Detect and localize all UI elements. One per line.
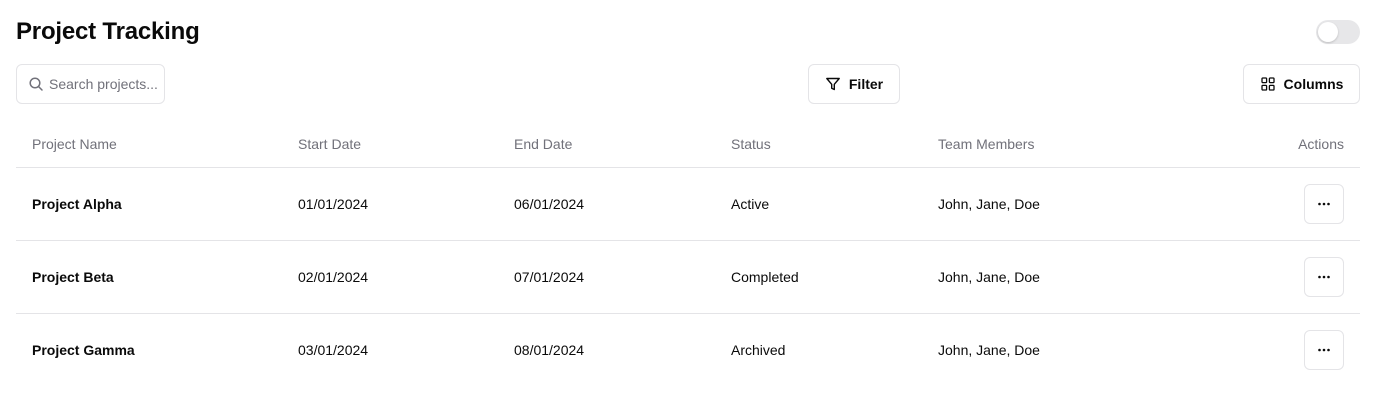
table-header: Project Name Start Date End Date Status … xyxy=(16,124,1360,168)
columns-button[interactable]: Columns xyxy=(1243,64,1360,104)
columns-button-label: Columns xyxy=(1283,76,1344,92)
column-header-team-members[interactable]: Team Members xyxy=(938,124,1034,168)
filter-button[interactable]: Filter xyxy=(808,64,900,104)
project-tracking-page: Project Tracking Filter xyxy=(0,0,1376,403)
project-name-cell: Project Alpha xyxy=(32,196,122,212)
status-cell: Active xyxy=(731,196,770,212)
column-header-end-date[interactable]: End Date xyxy=(514,124,572,168)
status-cell: Completed xyxy=(731,269,799,285)
column-header-status[interactable]: Status xyxy=(731,124,771,168)
grid-icon xyxy=(1260,76,1276,92)
more-horizontal-icon xyxy=(1316,342,1332,358)
page-title: Project Tracking xyxy=(16,18,200,45)
table-row[interactable]: Project Alpha 01/01/2024 06/01/2024 Acti… xyxy=(16,168,1360,241)
column-header-start-date[interactable]: Start Date xyxy=(298,124,361,168)
column-header-project-name[interactable]: Project Name xyxy=(32,124,117,168)
more-horizontal-icon xyxy=(1316,196,1332,212)
start-date-cell: 03/01/2024 xyxy=(298,342,369,358)
end-date-cell: 07/01/2024 xyxy=(514,269,585,285)
search-box[interactable] xyxy=(16,64,165,104)
theme-toggle[interactable] xyxy=(1316,20,1360,44)
table-row[interactable]: Project Beta 02/01/2024 07/01/2024 Compl… xyxy=(16,241,1360,314)
team-members-cell: John, Jane, Doe xyxy=(938,269,1040,285)
end-date-cell: 06/01/2024 xyxy=(514,196,585,212)
column-header-actions: Actions xyxy=(1298,136,1344,152)
end-date-cell: 08/01/2024 xyxy=(514,342,585,358)
team-members-cell: John, Jane, Doe xyxy=(938,342,1040,358)
start-date-cell: 01/01/2024 xyxy=(298,196,369,212)
search-icon xyxy=(28,76,44,92)
project-name-cell: Project Gamma xyxy=(32,342,135,358)
search-input[interactable] xyxy=(49,65,161,103)
table-row[interactable]: Project Gamma 03/01/2024 08/01/2024 Arch… xyxy=(16,314,1360,387)
row-actions-button[interactable] xyxy=(1304,257,1344,297)
filter-button-label: Filter xyxy=(848,76,884,92)
filter-funnel-icon xyxy=(825,76,841,92)
status-cell: Archived xyxy=(731,342,786,358)
more-horizontal-icon xyxy=(1316,269,1332,285)
start-date-cell: 02/01/2024 xyxy=(298,269,369,285)
row-actions-button[interactable] xyxy=(1304,330,1344,370)
projects-table: Project Name Start Date End Date Status … xyxy=(16,124,1360,387)
project-name-cell: Project Beta xyxy=(32,269,114,285)
toggle-knob xyxy=(1318,22,1338,42)
row-actions-button[interactable] xyxy=(1304,184,1344,224)
team-members-cell: John, Jane, Doe xyxy=(938,196,1040,212)
